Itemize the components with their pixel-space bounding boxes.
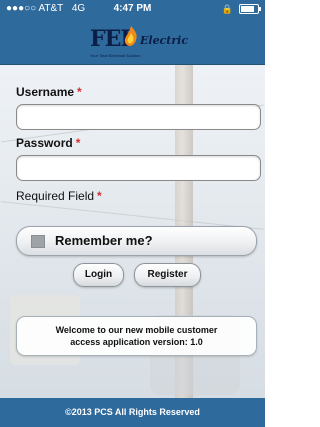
required-field-note: Required Field *: [16, 189, 102, 203]
required-star: *: [77, 85, 82, 99]
welcome-message: Welcome to our new mobile customer acces…: [16, 316, 257, 356]
status-bar: ●●●○○ AT&T 4G 4:47 PM 🔒: [0, 0, 265, 18]
orientation-lock-icon: 🔒: [221, 4, 233, 14]
welcome-line-2: access application version: 1.0: [70, 337, 203, 347]
welcome-line-1: Welcome to our new mobile customer: [55, 325, 218, 335]
required-star: *: [97, 189, 102, 203]
username-input[interactable]: [16, 104, 261, 130]
logo-wordmark: Electric: [140, 34, 189, 47]
remember-me-checkbox[interactable]: [31, 235, 45, 248]
remember-me-label: Remember me?: [55, 233, 153, 248]
battery-icon: [239, 4, 261, 14]
login-screen: ●●●○○ AT&T 4G 4:47 PM 🔒 FEI Electric You…: [0, 0, 265, 427]
remember-me-toggle[interactable]: Remember me?: [16, 226, 257, 256]
logo-tagline: Your Total Electrical Solution: [90, 53, 141, 58]
flame-logo-icon: [124, 26, 137, 46]
company-logo: FEI Electric Your Total Electrical Solut…: [78, 22, 188, 58]
status-right: 🔒: [221, 0, 261, 18]
username-label: Username *: [16, 85, 82, 99]
login-button[interactable]: Login: [73, 263, 124, 287]
header-bar: ●●●○○ AT&T 4G 4:47 PM 🔒 FEI Electric You…: [0, 0, 265, 65]
required-star: *: [75, 136, 81, 150]
password-input[interactable]: [16, 155, 261, 181]
footer-copyright: ©2013 PCS All Rights Reserved: [0, 398, 265, 427]
password-label: Password *: [16, 136, 81, 150]
register-button[interactable]: Register: [134, 263, 201, 287]
